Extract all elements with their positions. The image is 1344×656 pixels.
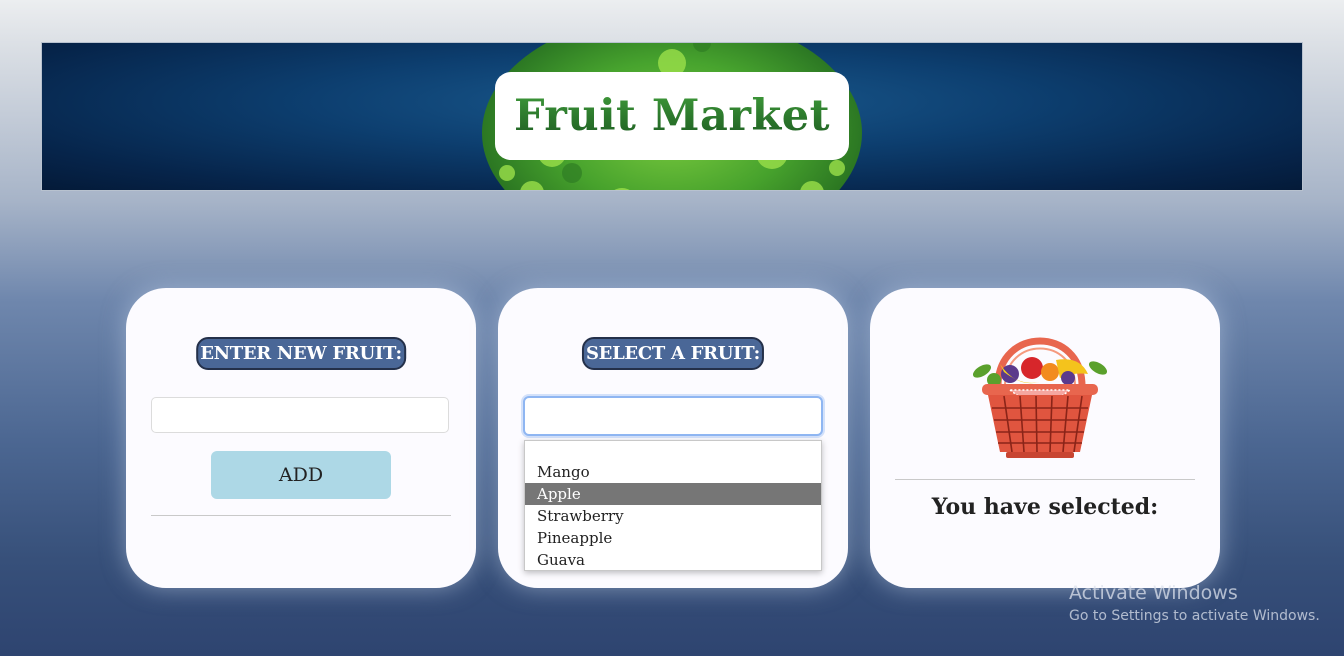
dropdown-option-mango[interactable]: Mango xyxy=(525,461,821,483)
title-box: Fruit Market xyxy=(495,72,849,160)
add-card-divider xyxy=(151,515,451,516)
dropdown-option-apple[interactable]: Apple xyxy=(525,483,821,505)
fruit-dropdown-list: Mango Apple Strawberry Pineapple Guava xyxy=(524,440,822,571)
dropdown-option-pineapple[interactable]: Pineapple xyxy=(525,527,821,549)
select-fruit-card: SELECT A FRUIT: Mango Apple Strawberry P… xyxy=(498,288,848,588)
new-fruit-input[interactable] xyxy=(151,397,449,433)
fruit-select-input[interactable] xyxy=(523,396,823,436)
add-button[interactable]: ADD xyxy=(211,451,391,499)
select-fruit-label: SELECT A FRUIT: xyxy=(581,337,765,370)
watermark-subtitle: Go to Settings to activate Windows. xyxy=(1069,608,1320,624)
add-fruit-label: ENTER NEW FRUIT: xyxy=(196,337,406,370)
page-title: Fruit Market xyxy=(514,91,830,141)
activate-windows-watermark: Activate Windows Go to Settings to activ… xyxy=(1069,582,1320,626)
selection-result-card: You have selected: xyxy=(870,288,1220,588)
watermark-title: Activate Windows xyxy=(1069,582,1238,604)
header-banner: Fruit Market xyxy=(41,42,1303,191)
dropdown-option-guava[interactable]: Guava xyxy=(525,549,821,571)
add-fruit-card: ENTER NEW FRUIT: ADD xyxy=(126,288,476,588)
fruit-basket-icon xyxy=(972,337,1108,458)
selected-fruit-text: You have selected: xyxy=(931,494,1159,520)
result-card-divider xyxy=(895,479,1195,480)
dropdown-option-strawberry[interactable]: Strawberry xyxy=(525,505,821,527)
